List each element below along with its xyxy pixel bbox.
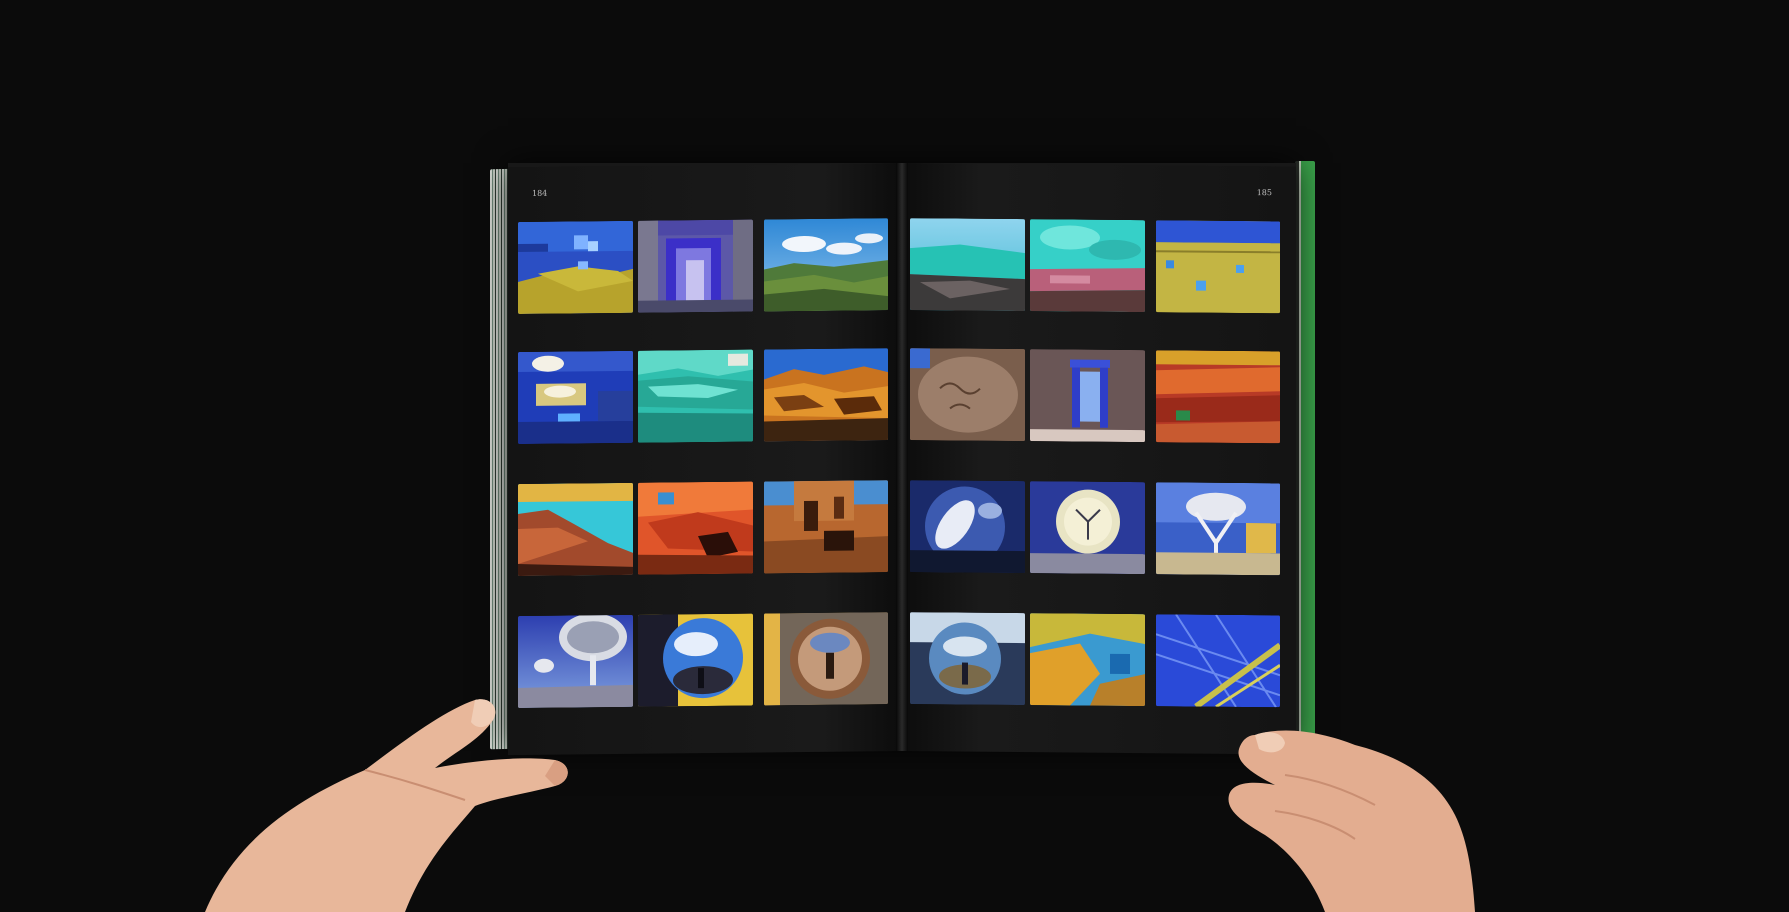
book-gutter	[896, 163, 908, 751]
photo-mirror-sphere-reflection	[764, 612, 888, 706]
photo-red-rock-cyan-sky	[518, 482, 633, 577]
photo-row	[910, 480, 1284, 576]
open-photo-book: 184 185	[490, 155, 1315, 756]
photo-scene: 184 185	[0, 0, 1789, 912]
left-hand	[205, 699, 568, 912]
photo-blue-wall-yellow-sand	[518, 220, 633, 315]
photo-clouds-blue-window	[518, 350, 633, 445]
photo-row	[910, 612, 1284, 708]
page-number-right: 185	[1256, 188, 1272, 198]
photo-petroglyph-rock	[910, 348, 1025, 442]
right-hand	[1228, 730, 1475, 912]
photo-yellow-tree-blue-sky	[1030, 613, 1145, 707]
photo-yellow-wall-blue-sky	[1156, 220, 1280, 314]
photo-mirror-sphere-canyon	[910, 612, 1025, 706]
left-page: 184	[508, 163, 902, 756]
book-spread: 184 185	[508, 163, 1296, 756]
photo-blue-telescope-lattice	[1156, 614, 1280, 708]
left-photo-grid	[518, 218, 892, 709]
photo-row	[518, 480, 892, 577]
photo-turquoise-rock-wall	[638, 349, 753, 443]
photo-telescope-structure	[1156, 482, 1280, 576]
photo-row	[518, 218, 892, 315]
photo-row	[910, 218, 1284, 314]
photo-telescope-dish-front	[1030, 481, 1145, 575]
photo-row	[518, 348, 892, 445]
photo-telescope-dish-mirror	[910, 480, 1025, 574]
photo-red-canyon	[1156, 350, 1280, 444]
book-page-edges-right	[1295, 161, 1315, 751]
right-page: 185	[902, 163, 1296, 755]
right-photo-grid	[910, 218, 1284, 708]
page-number-left: 184	[532, 188, 548, 198]
photo-blue-sky-green-hills	[764, 218, 888, 312]
photo-blue-window-stone-frame	[638, 219, 753, 313]
photo-ruins-orange-stone	[764, 480, 888, 574]
photo-orange-red-rock	[638, 481, 753, 575]
photo-cyan-cliffs-rock	[910, 218, 1025, 312]
photo-row	[910, 348, 1284, 444]
photo-turquoise-sky-rocks	[1030, 219, 1145, 313]
photo-mirror-sphere-sky	[638, 613, 753, 707]
photo-blue-doorway-ruin	[1030, 349, 1145, 443]
photo-orange-cliffs	[764, 348, 888, 442]
